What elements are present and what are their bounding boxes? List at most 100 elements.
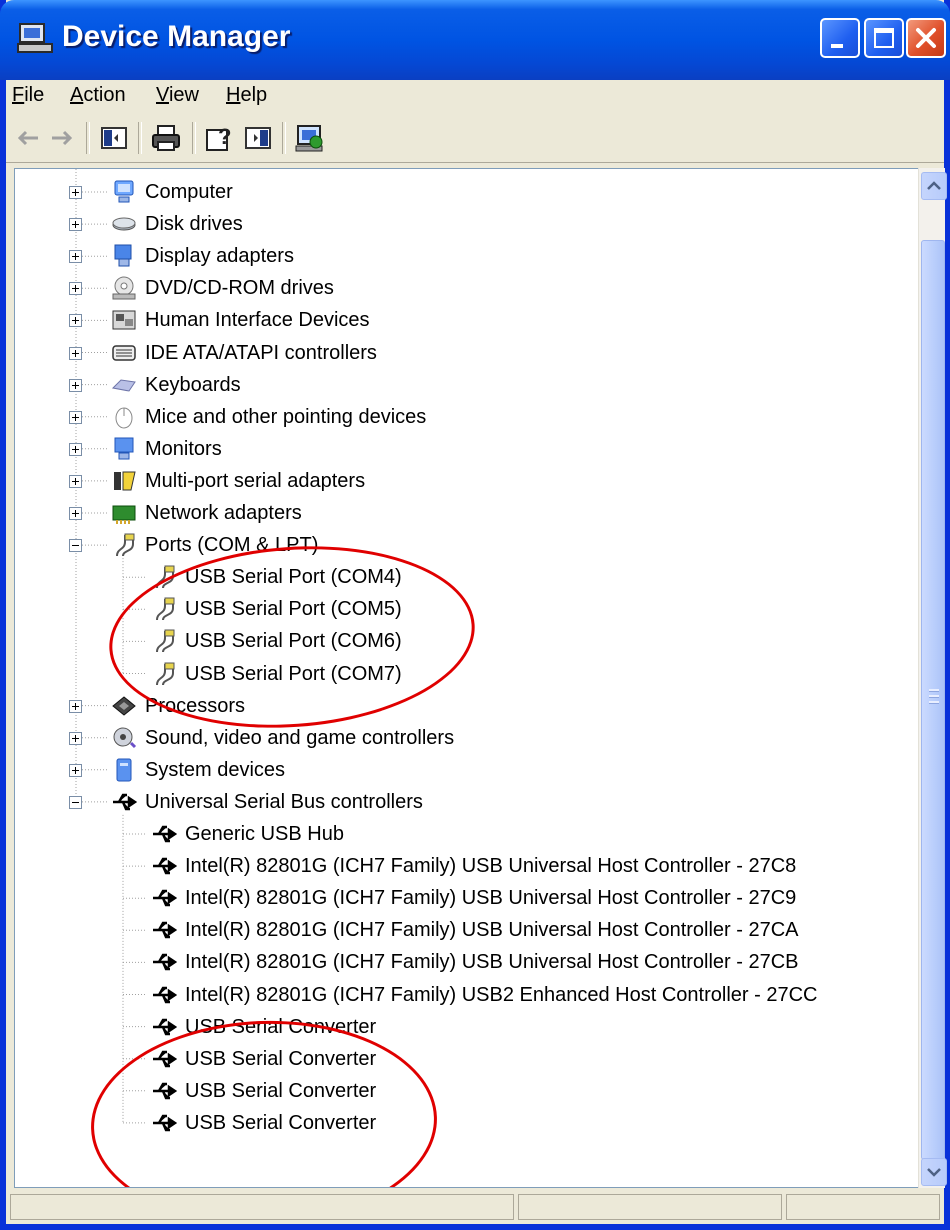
usb-icon bbox=[153, 954, 177, 971]
minimize-button[interactable] bbox=[820, 18, 860, 58]
toolbar: ? bbox=[6, 114, 944, 163]
menu-help-label: elp bbox=[240, 84, 268, 106]
tree-node-label: Multi-port serial adapters bbox=[145, 469, 366, 492]
menu-file-label: ile bbox=[24, 84, 45, 106]
tree-node-label: Display adapters bbox=[145, 245, 294, 268]
tree-node-label: Sound, video and game controllers bbox=[145, 726, 455, 749]
show-hide-action-pane-icon[interactable] bbox=[242, 122, 274, 154]
expand-toggle[interactable] bbox=[69, 250, 82, 264]
disk-drive-icon bbox=[112, 217, 136, 231]
status-pane-2 bbox=[518, 1194, 782, 1220]
expand-toggle[interactable] bbox=[69, 699, 82, 713]
sound-icon bbox=[113, 727, 137, 748]
tree-node-label: Intel(R) 82801G (ICH7 Family) USB2 Enhan… bbox=[185, 983, 818, 1006]
tree-node-label: Mice and other pointing devices bbox=[145, 405, 427, 428]
status-pane-3 bbox=[786, 1194, 940, 1220]
toolbar-separator bbox=[86, 122, 90, 154]
expand-toggle[interactable] bbox=[69, 186, 82, 199]
toolbar-separator bbox=[138, 122, 142, 154]
usb-icon bbox=[153, 825, 177, 843]
menu-help-accesskey: H bbox=[226, 84, 241, 106]
tree-node-label: Universal Serial Bus controllers bbox=[145, 790, 423, 813]
scroll-grip bbox=[929, 695, 939, 698]
vertical-scrollbar[interactable] bbox=[918, 168, 947, 1188]
properties-help-icon[interactable]: ? bbox=[204, 122, 236, 154]
system-devices-icon bbox=[116, 758, 132, 782]
expand-toggle[interactable] bbox=[69, 474, 82, 488]
chevron-up-icon bbox=[927, 181, 941, 190]
device-manager-icon bbox=[17, 23, 53, 53]
back-icon[interactable] bbox=[12, 122, 44, 154]
tree-node-label: Human Interface Devices bbox=[145, 309, 370, 332]
usb-icon bbox=[113, 793, 137, 811]
window-title: Device Manager bbox=[62, 20, 291, 53]
cdrom-icon bbox=[112, 276, 136, 300]
device-manager-window: Device Manager File Action View Help ? C… bbox=[0, 0, 950, 1230]
menu-view-label: iew bbox=[168, 84, 199, 106]
scroll-down-button[interactable] bbox=[921, 1158, 947, 1186]
processor-icon bbox=[112, 695, 136, 716]
expand-toggle[interactable] bbox=[69, 378, 82, 392]
tree-node-label: Monitors bbox=[145, 437, 222, 460]
network-adapter-icon bbox=[112, 505, 136, 524]
usb-icon bbox=[153, 922, 177, 939]
close-icon bbox=[916, 28, 936, 48]
device-tree[interactable]: Computer Disk drives Display adapters DVD/C… bbox=[14, 168, 920, 1188]
menu-bar: File Action View Help bbox=[6, 80, 944, 115]
collapse-toggle[interactable] bbox=[69, 795, 82, 809]
hid-icon bbox=[112, 310, 136, 330]
minimize-icon bbox=[831, 44, 843, 48]
keyboard-icon bbox=[111, 379, 136, 392]
expand-toggle[interactable] bbox=[69, 731, 82, 745]
menu-action[interactable]: Action bbox=[70, 84, 126, 107]
tree-node-label: Computer bbox=[145, 181, 233, 203]
close-button[interactable] bbox=[906, 18, 946, 58]
usb-icon bbox=[153, 986, 177, 1003]
scroll-up-button[interactable] bbox=[921, 172, 947, 200]
toolbar-separator bbox=[282, 122, 286, 154]
usb-icon bbox=[153, 857, 177, 875]
tree-node-label: Generic USB Hub bbox=[185, 823, 344, 845]
menu-help[interactable]: Help bbox=[226, 84, 267, 107]
expand-toggle[interactable] bbox=[69, 282, 82, 296]
forward-icon[interactable] bbox=[46, 122, 78, 154]
tree-node-label: Network adapters bbox=[145, 502, 302, 524]
scroll-grip bbox=[929, 689, 939, 692]
ide-controller-icon bbox=[112, 344, 136, 361]
mouse-icon bbox=[115, 407, 133, 429]
expand-toggle[interactable] bbox=[69, 314, 82, 328]
tree-node-label: Intel(R) 82801G (ICH7 Family) USB Univer… bbox=[185, 951, 799, 974]
monitor-icon bbox=[114, 437, 134, 460]
usb-icon bbox=[153, 889, 177, 907]
show-hide-console-tree-icon[interactable] bbox=[98, 122, 130, 154]
expand-toggle[interactable] bbox=[69, 218, 82, 232]
multiport-serial-icon bbox=[114, 471, 136, 491]
status-pane-main bbox=[10, 1194, 514, 1220]
menu-view[interactable]: View bbox=[156, 84, 199, 107]
expand-toggle[interactable] bbox=[69, 410, 82, 424]
collapse-toggle[interactable] bbox=[69, 539, 82, 553]
expand-toggle[interactable] bbox=[69, 346, 82, 360]
title-bar[interactable]: Device Manager bbox=[0, 0, 950, 80]
computer-icon bbox=[114, 180, 134, 203]
menu-action-accesskey: A bbox=[70, 84, 84, 106]
scan-for-hardware-changes-icon[interactable] bbox=[294, 122, 326, 154]
tree-node-label: Intel(R) 82801G (ICH7 Family) USB Univer… bbox=[185, 919, 799, 942]
maximize-button[interactable] bbox=[864, 18, 904, 58]
menu-action-label: ction bbox=[83, 84, 126, 106]
scroll-thumb[interactable] bbox=[921, 240, 945, 1160]
toolbar-separator bbox=[192, 122, 196, 154]
port-icon bbox=[116, 533, 135, 557]
scroll-grip bbox=[929, 701, 939, 704]
expand-toggle[interactable] bbox=[69, 442, 82, 456]
svg-text:?: ? bbox=[218, 124, 231, 149]
tree-node-label: Disk drives bbox=[145, 213, 243, 236]
tree-node-label: IDE ATA/ATAPI controllers bbox=[145, 341, 377, 364]
expand-toggle[interactable] bbox=[69, 507, 82, 520]
tree-node-label: Keyboards bbox=[145, 373, 241, 396]
tree-node-label: Intel(R) 82801G (ICH7 Family) USB Univer… bbox=[185, 887, 797, 910]
print-icon[interactable] bbox=[150, 122, 182, 154]
menu-file[interactable]: File bbox=[12, 84, 44, 107]
maximize-icon bbox=[874, 28, 894, 48]
expand-toggle[interactable] bbox=[69, 763, 82, 777]
